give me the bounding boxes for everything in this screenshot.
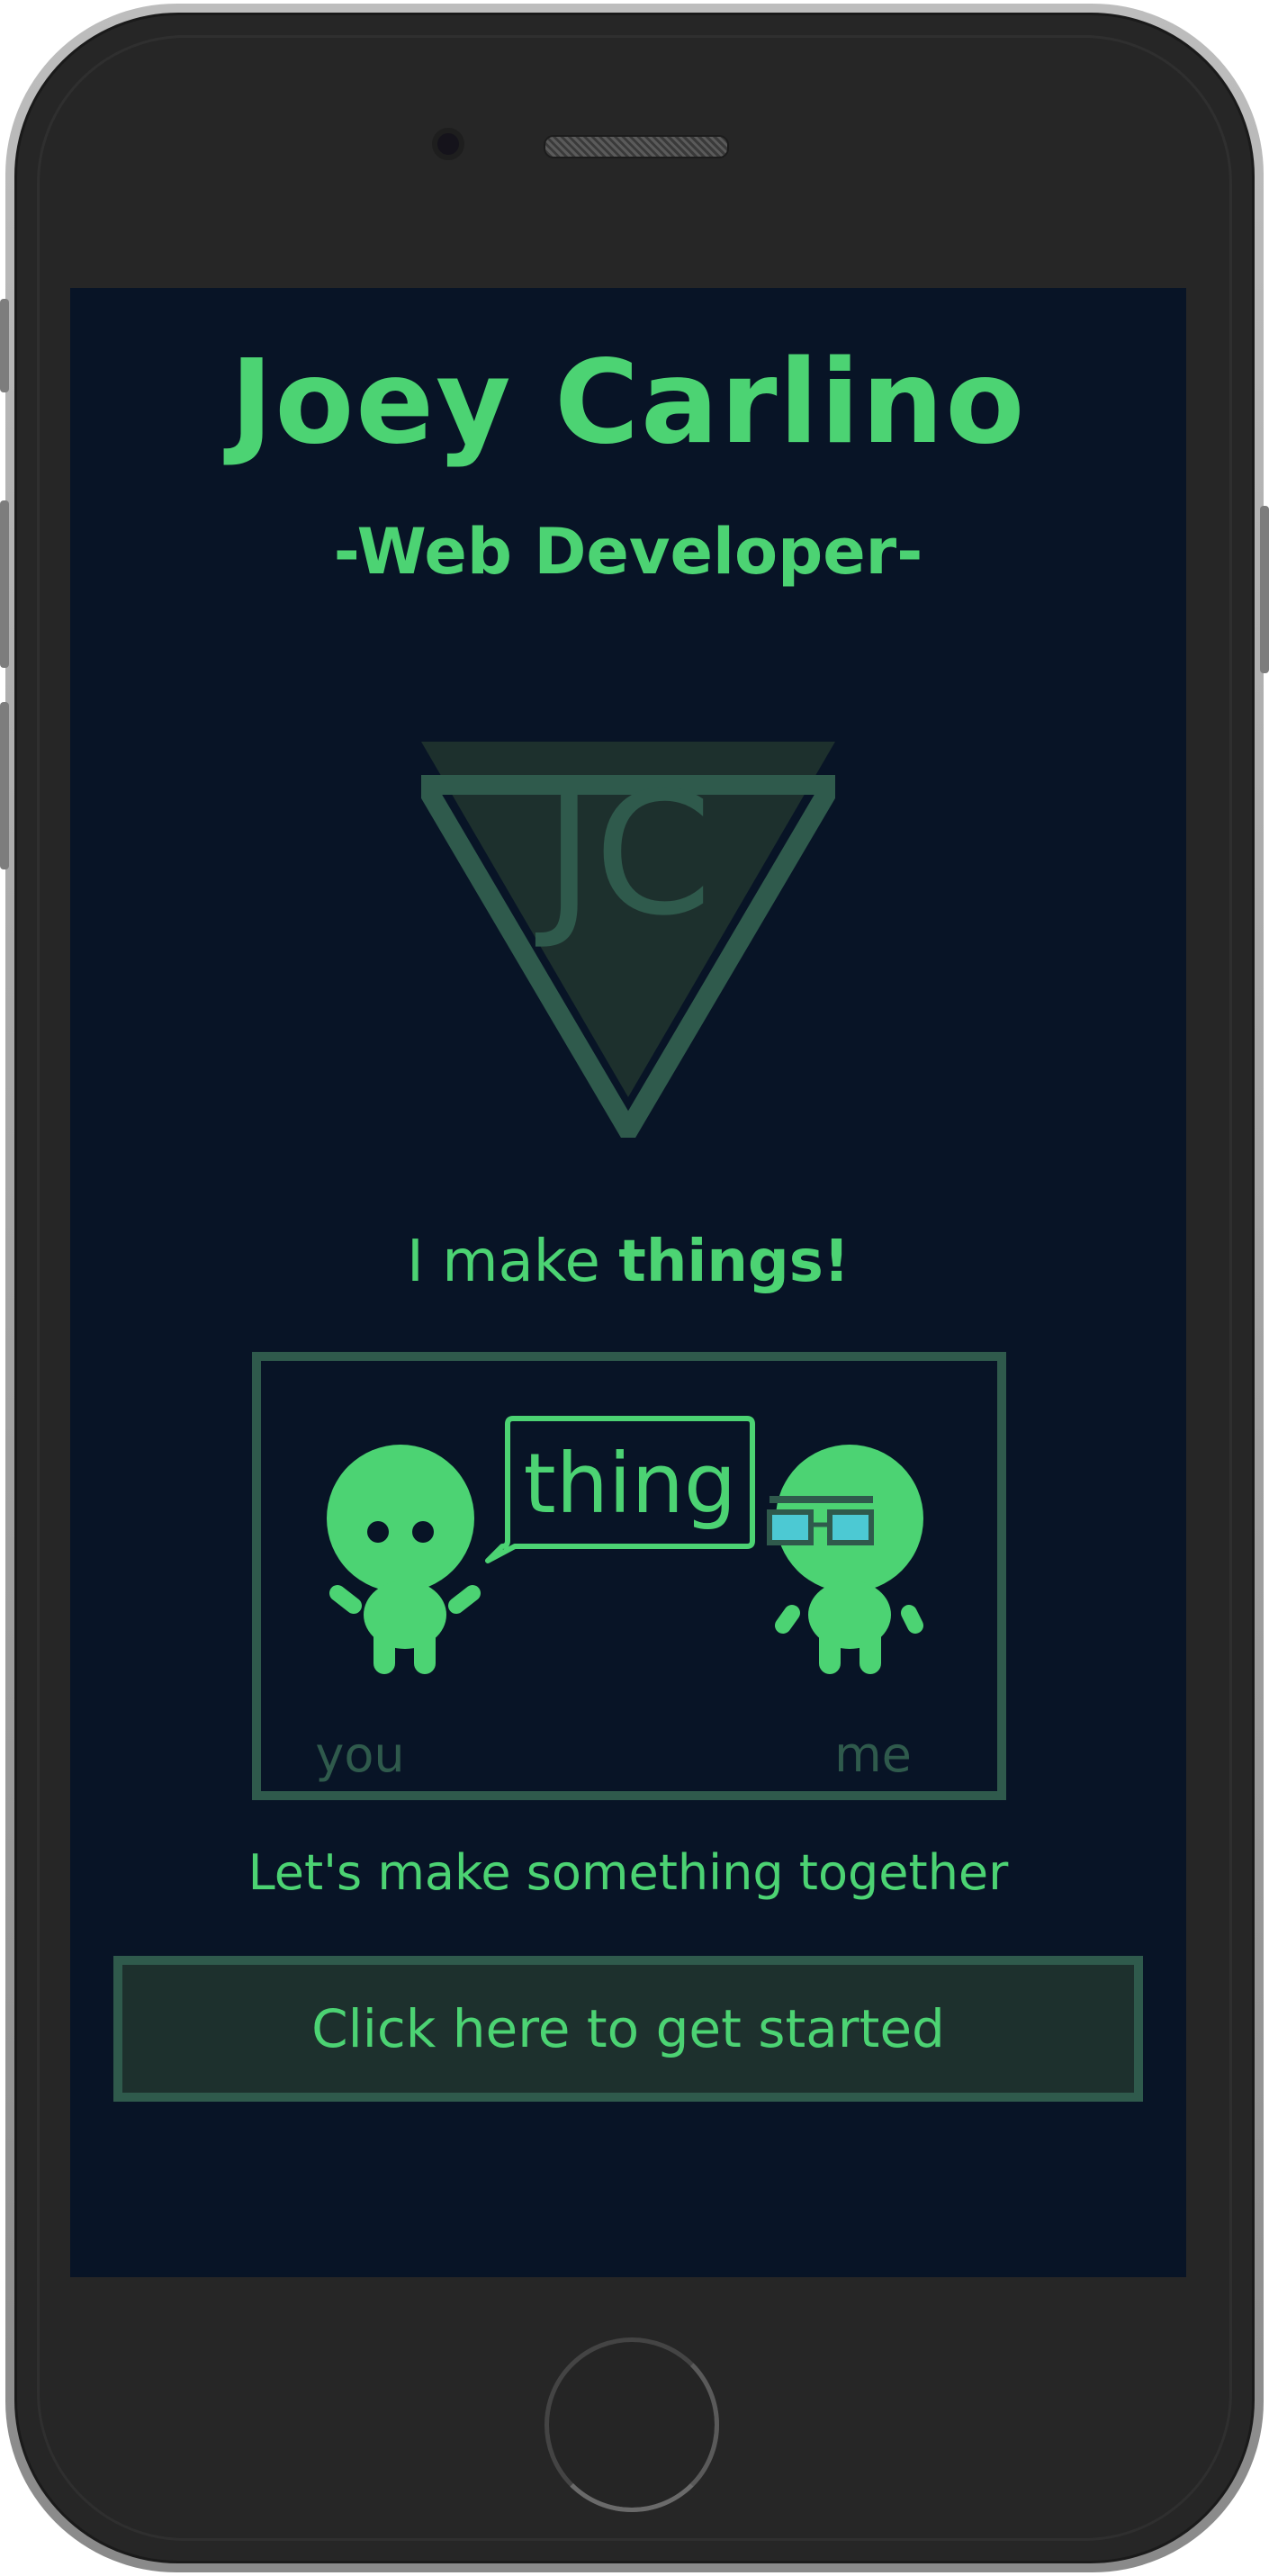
me-left-arm bbox=[775, 1605, 800, 1634]
power-button bbox=[1260, 506, 1269, 673]
tagline-emphasis: things! bbox=[618, 1229, 850, 1295]
me-character-icon bbox=[767, 1445, 923, 1674]
speech-bubble: thing bbox=[485, 1416, 755, 1563]
you-head bbox=[327, 1445, 474, 1592]
volume-up-button bbox=[0, 500, 9, 668]
get-started-button[interactable]: Click here to get started bbox=[113, 1956, 1143, 2102]
logo-monogram: JC bbox=[536, 756, 713, 953]
mute-switch bbox=[0, 299, 9, 392]
me-label: me bbox=[834, 1726, 912, 1783]
cta-text: Let's make something together bbox=[248, 1844, 1009, 1901]
page-subtitle: -Web Developer- bbox=[333, 515, 923, 589]
volume-down-button bbox=[0, 702, 9, 869]
earpiece-speaker bbox=[544, 135, 729, 158]
triangle-monogram-logo: JC bbox=[421, 742, 835, 1138]
front-camera-icon bbox=[432, 128, 464, 160]
speech-bubble-text: thing bbox=[524, 1436, 737, 1532]
me-glasses-right-lens bbox=[827, 1509, 874, 1545]
you-left-arm bbox=[329, 1585, 362, 1614]
tagline: I make things! bbox=[70, 1233, 1186, 1291]
me-glasses-frame-top bbox=[770, 1496, 873, 1503]
me-glasses-left-lens bbox=[767, 1509, 814, 1545]
me-right-arm bbox=[901, 1605, 923, 1634]
home-button-highlight bbox=[544, 2337, 719, 2512]
me-right-leg bbox=[860, 1622, 881, 1674]
me-left-leg bbox=[819, 1622, 841, 1674]
you-right-leg bbox=[414, 1622, 436, 1674]
tagline-prefix: I make bbox=[406, 1229, 619, 1295]
you-right-arm bbox=[448, 1585, 481, 1614]
you-right-eye bbox=[412, 1521, 434, 1543]
screen: Joey Carlino -Web Developer- JC I make t… bbox=[70, 288, 1186, 2277]
you-character-icon bbox=[327, 1445, 481, 1674]
you-label: you bbox=[315, 1726, 404, 1783]
page-title: Joey Carlino bbox=[230, 336, 1027, 470]
you-and-me-illustration: thing you me bbox=[252, 1352, 1006, 1800]
you-left-leg bbox=[374, 1622, 395, 1674]
you-left-eye bbox=[367, 1521, 389, 1543]
